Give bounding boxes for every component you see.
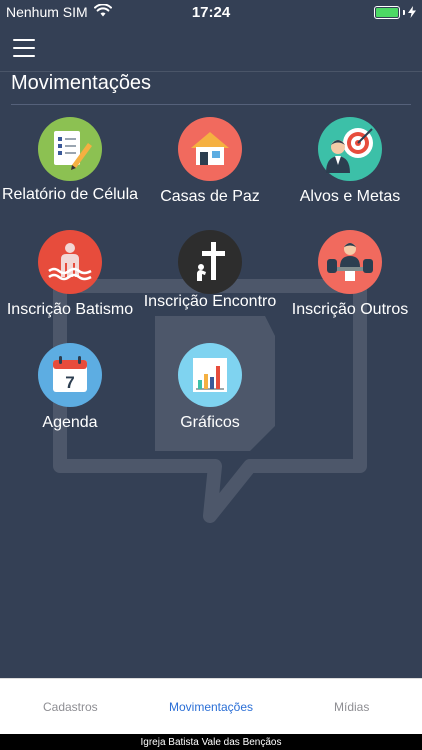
tab-midias[interactable]: Mídias xyxy=(281,679,422,734)
tab-movimentacoes[interactable]: Movimentações xyxy=(141,679,282,734)
divider xyxy=(11,104,411,105)
menu-item-agenda[interactable]: 7 Agenda xyxy=(0,343,140,432)
meeting-person-icon xyxy=(318,230,382,294)
menu-item-casas-de-paz[interactable]: Casas de Paz xyxy=(140,117,280,206)
menu-item-label: Casas de Paz xyxy=(160,188,260,205)
tab-cadastros[interactable]: Cadastros xyxy=(0,679,141,734)
menu-item-inscricao-encontro[interactable]: Inscrição Encontro xyxy=(140,230,280,311)
tab-bar: Cadastros Movimentações Mídias xyxy=(0,678,422,734)
wifi-icon xyxy=(93,3,112,20)
calendar-icon: 7 xyxy=(38,343,102,407)
carrier-label: Nenhum SIM xyxy=(6,4,88,20)
menu-item-inscricao-batismo[interactable]: Inscrição Batismo xyxy=(0,230,140,319)
menu-item-label: Inscrição Batismo xyxy=(6,301,134,318)
menu-item-inscricao-outros[interactable]: Inscrição Outros xyxy=(280,230,420,319)
menu-item-label: Alvos e Metas xyxy=(299,188,401,205)
footer-church-name: Igreja Batista Vale das Bençãos xyxy=(0,734,422,750)
baptism-person-icon xyxy=(38,230,102,294)
menu-item-label: Agenda xyxy=(42,414,98,431)
nav-bar xyxy=(0,24,422,72)
menu-item-alvos-e-metas[interactable]: Alvos e Metas xyxy=(280,117,420,206)
menu-item-relatorio-celula[interactable]: Relatório de Célula xyxy=(0,117,140,204)
menu-item-label: Inscrição Outros xyxy=(291,301,409,318)
hamburger-menu-icon[interactable] xyxy=(13,37,35,59)
menu-item-label: Gráficos xyxy=(180,414,240,431)
cross-prayer-icon xyxy=(178,230,242,294)
status-bar: Nenhum SIM 17:24 xyxy=(0,0,422,24)
house-icon xyxy=(178,117,242,181)
bar-chart-icon xyxy=(178,343,242,407)
target-businessman-icon xyxy=(318,117,382,181)
menu-item-label: Relatório de Célula xyxy=(1,186,139,203)
report-checklist-icon xyxy=(38,117,102,181)
calendar-day-number: 7 xyxy=(65,373,74,392)
menu-item-graficos[interactable]: Gráficos xyxy=(140,343,280,432)
battery-icon xyxy=(374,5,416,19)
menu-item-label: Inscrição Encontro xyxy=(143,293,277,310)
page-title: Movimentações xyxy=(11,72,152,94)
